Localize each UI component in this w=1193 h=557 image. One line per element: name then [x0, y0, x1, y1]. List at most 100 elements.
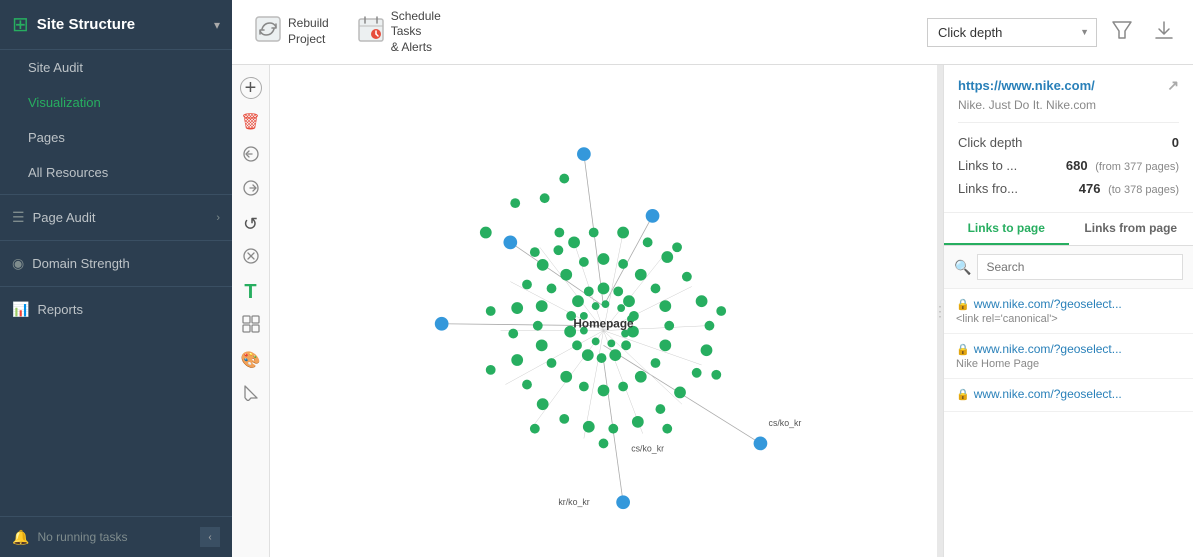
page-audit-chevron: ›: [216, 212, 220, 224]
schedule-tasks-button[interactable]: Schedule Tasks & Alerts: [347, 3, 451, 62]
page-url-link[interactable]: https://www.nike.com/: [958, 78, 1095, 93]
svg-text:cs/ko_kr: cs/ko_kr: [631, 443, 664, 453]
add-node-button[interactable]: +: [236, 73, 266, 103]
domain-strength-icon: ◉: [12, 255, 24, 272]
sidebar-item-label: Site Audit: [28, 60, 83, 75]
page-audit-icon: ☰: [12, 209, 25, 226]
sidebar-section-domain-strength[interactable]: ◉ Domain Strength: [0, 245, 232, 282]
sidebar-item-label: Visualization: [28, 95, 101, 110]
canvas-area[interactable]: Homepage cs/ko_kr cs/ko_kr kr/ko_kr: [270, 65, 937, 557]
svg-text:kr/ko_kr: kr/ko_kr: [558, 497, 589, 507]
site-structure-icon: ⊞: [12, 12, 29, 37]
links-from-stat: Links fro... 476 (to 378 pages): [958, 177, 1179, 200]
sidebar-item-site-audit[interactable]: Site Audit: [0, 50, 232, 85]
download-icon: [1153, 25, 1175, 45]
sidebar-item-all-resources[interactable]: All Resources: [0, 155, 232, 190]
external-link-icon: ↗: [1167, 77, 1179, 94]
list-item[interactable]: 🔒 www.nike.com/?geoselect... <link rel='…: [944, 289, 1193, 334]
link-item-desc-1: <link rel='canonical'>: [956, 313, 1181, 325]
reports-label: Reports: [37, 302, 83, 317]
palette-button[interactable]: 🎨: [236, 345, 266, 375]
panel-search-icon: 🔍: [954, 259, 971, 276]
sidebar-chevron-icon: ▾: [214, 18, 220, 32]
svg-text:Homepage: Homepage: [573, 318, 634, 331]
sidebar-section-page-audit[interactable]: ☰ Page Audit ›: [0, 199, 232, 236]
click-depth-stat: Click depth 0: [958, 131, 1179, 154]
arrow-out-icon: [242, 179, 260, 202]
pointer-icon: [242, 383, 260, 406]
links-to-stat-value: 680: [1066, 158, 1088, 173]
sidebar-header[interactable]: ⊞ Site Structure ▾: [0, 0, 232, 50]
page-audit-label: Page Audit: [33, 210, 96, 225]
sidebar-divider-2: [0, 240, 232, 241]
toolbar-right: Click depth Page Authority Status Code R…: [927, 15, 1181, 50]
links-from-stat-extra: (to 378 pages): [1108, 184, 1179, 196]
text-tool-button[interactable]: T: [236, 277, 266, 307]
panel-search-input[interactable]: [977, 254, 1183, 280]
links-from-stat-value: 476: [1079, 181, 1101, 196]
schedule-icon: [357, 15, 385, 49]
nodes-tool-button[interactable]: [236, 311, 266, 341]
sidebar-title: Site Structure: [37, 16, 206, 33]
no-running-tasks-icon: 🔔: [12, 529, 29, 546]
delete-button[interactable]: 🗑: [236, 107, 266, 137]
sidebar-collapse-button[interactable]: ‹: [200, 527, 220, 547]
link-item-desc-2: Nike Home Page: [956, 358, 1181, 370]
rebuild-project-button[interactable]: Rebuild Project: [244, 9, 339, 55]
plus-icon: +: [240, 77, 262, 99]
list-item[interactable]: 🔒 www.nike.com/?geoselect... Nike Home P…: [944, 334, 1193, 379]
main-area: Rebuild Project Schedule Tasks & Al: [232, 0, 1193, 557]
nodes-icon: [241, 314, 261, 339]
page-description: Nike. Just Do It. Nike.com: [958, 98, 1179, 112]
panel-search-area: 🔍: [944, 246, 1193, 289]
undo-button[interactable]: ↺: [236, 209, 266, 239]
text-icon: T: [244, 281, 256, 304]
palette-icon: 🎨: [241, 350, 261, 370]
click-depth-dropdown-wrap: Click depth Page Authority Status Code R…: [927, 18, 1097, 47]
sidebar-divider-3: [0, 286, 232, 287]
click-depth-dropdown[interactable]: Click depth Page Authority Status Code R…: [927, 18, 1097, 47]
undo-icon: ↺: [243, 214, 258, 235]
rebuild-icon: [254, 15, 282, 49]
cancel-button[interactable]: [236, 243, 266, 273]
domain-strength-label: Domain Strength: [32, 256, 130, 271]
link-list: 🔒 www.nike.com/?geoselect... <link rel='…: [944, 289, 1193, 557]
sidebar-item-pages[interactable]: Pages: [0, 120, 232, 155]
no-running-tasks-label: No running tasks: [37, 530, 127, 544]
link-item-url-2: 🔒 www.nike.com/?geoselect...: [956, 342, 1181, 356]
page-info: https://www.nike.com/ ↗ Nike. Just Do It…: [944, 65, 1193, 213]
page-url: https://www.nike.com/ ↗: [958, 77, 1179, 94]
list-item[interactable]: 🔒 www.nike.com/?geoselect...: [944, 379, 1193, 412]
links-to-stat: Links to ... 680 (from 377 pages): [958, 154, 1179, 177]
content-area: + 🗑: [232, 65, 1193, 557]
svg-text:cs/ko_kr: cs/ko_kr: [769, 418, 802, 428]
lock-icon-3: 🔒: [956, 388, 970, 401]
cancel-icon: [242, 247, 260, 270]
download-button[interactable]: [1147, 15, 1181, 50]
sidebar-nav: Site Audit Visualization Pages All Resou…: [0, 50, 232, 516]
filter-button[interactable]: [1105, 15, 1139, 50]
trash-icon: 🗑: [240, 112, 260, 132]
rebuild-label-text: Rebuild Project: [288, 16, 329, 47]
lock-icon-2: 🔒: [956, 343, 970, 356]
links-to-stat-extra: (from 377 pages): [1095, 161, 1179, 173]
panel-tabs: Links to page Links from page: [944, 213, 1193, 246]
tab-links-from-page[interactable]: Links from page: [1069, 213, 1193, 245]
pointer-button[interactable]: [236, 379, 266, 409]
page-stats: Click depth 0 Links to ... 680 (from 377…: [958, 122, 1179, 200]
visualization-svg: Homepage cs/ko_kr cs/ko_kr kr/ko_kr: [270, 65, 937, 557]
toolbar: Rebuild Project Schedule Tasks & Al: [232, 0, 1193, 65]
tab-links-to-page[interactable]: Links to page: [944, 213, 1069, 245]
link-in-button[interactable]: [236, 141, 266, 171]
sidebar-divider-1: [0, 194, 232, 195]
lock-icon-1: 🔒: [956, 298, 970, 311]
sidebar-bottom: 🔔 No running tasks ‹: [0, 516, 232, 557]
icon-toolbar: + 🗑: [232, 65, 270, 557]
sidebar-item-label: Pages: [28, 130, 65, 145]
link-out-button[interactable]: [236, 175, 266, 205]
click-depth-stat-label: Click depth: [958, 135, 1022, 150]
links-to-stat-label: Links to ...: [958, 158, 1017, 173]
sidebar-section-reports[interactable]: 📊 Reports: [0, 291, 232, 328]
schedule-label-text: Schedule Tasks & Alerts: [391, 9, 441, 56]
sidebar-item-visualization[interactable]: Visualization: [0, 85, 232, 120]
